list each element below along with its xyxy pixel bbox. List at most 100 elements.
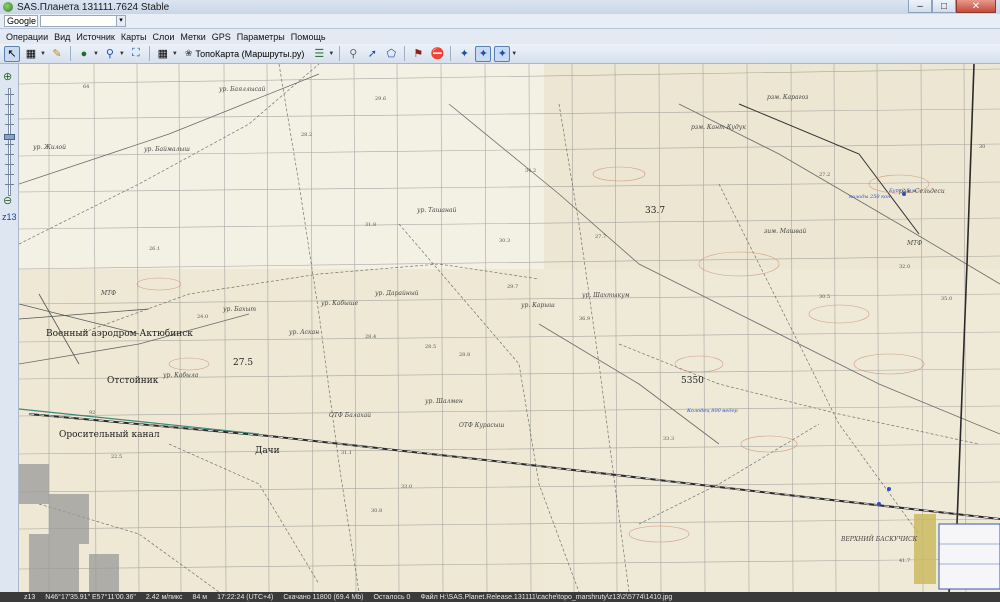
menu-item-maps[interactable]: Карты [121, 32, 147, 42]
status-resolution: 2.42 м/пикс [145, 593, 183, 601]
globe-icon[interactable]: ● [76, 46, 92, 62]
chevron-down-icon[interactable]: ▼ [93, 51, 99, 57]
elevation-mark: 34.2 [525, 168, 537, 174]
elevation-mark: 35.0 [941, 296, 953, 302]
well-label: Колодец 800 ведер [687, 408, 738, 414]
well-label: Бут 2.5 м [889, 188, 916, 194]
menu-item-settings[interactable]: Параметры [237, 32, 285, 42]
zoom-tick [5, 94, 14, 95]
gps-icon[interactable]: ✦ [456, 46, 472, 62]
path-icon[interactable]: ➚ [364, 46, 380, 62]
map-source-button[interactable]: ❀ ТопоКарта (Маршруты.ру) [181, 48, 309, 59]
toolbar-divider [148, 46, 150, 61]
elevation-mark: 30.8 [371, 508, 383, 514]
elevation-mark: 36.9 [579, 316, 591, 322]
place-label: ур. Кабыла [163, 372, 199, 379]
search-engine-select[interactable]: Google ▾ [4, 15, 38, 38]
elevation-mark: 64 [83, 84, 90, 90]
marks-visibility-icon[interactable]: ⚑ [410, 46, 426, 62]
app-icon [3, 2, 13, 12]
layers-icon[interactable]: ☰ [311, 46, 327, 62]
chevron-down-icon[interactable]: ▼ [172, 51, 178, 57]
elevation-mark: 27.7 [595, 234, 607, 240]
menu-item-view[interactable]: Вид [54, 32, 70, 42]
elevation-label: 33.7 [645, 206, 666, 216]
elevation-mark: 33.3 [663, 436, 675, 442]
search-row: Google ▾ ▾ [0, 14, 1000, 38]
gps-track-icon[interactable]: ✦ [475, 45, 492, 62]
place-label: рзм. Кант-Кудук [691, 124, 746, 131]
place-label: ур. Кабыше [321, 300, 359, 307]
chevron-down-icon[interactable]: ▼ [328, 51, 334, 57]
map-view[interactable]: Военный аэродром Актюбинск Отстойник Оро… [19, 64, 1000, 592]
menu-item-layers[interactable]: Слои [152, 32, 174, 42]
chevron-down-icon[interactable]: ▼ [119, 51, 125, 57]
elevation-mark: 31.8 [365, 222, 377, 228]
ruler-icon[interactable]: ✎ [49, 46, 65, 62]
dachi-label: Дачи [255, 446, 280, 456]
polygon-icon[interactable]: ⬠ [383, 46, 399, 62]
title-bar: SAS.Планета 131111.7624 Stable – □ ✕ [0, 0, 1000, 14]
window-title: SAS.Планета 131111.7624 Stable [17, 1, 170, 13]
elevation-mark: 28.4 [365, 334, 377, 340]
zoom-in-icon[interactable]: ⊕ [3, 70, 12, 83]
elevation-mark: 28.2 [301, 132, 313, 138]
status-downloaded: Скачано 11800 (69.4 Mb) [283, 593, 364, 601]
settling-pond-label: Отстойник [107, 376, 159, 386]
settlement-area [914, 514, 936, 584]
chevron-down-icon[interactable]: ▼ [511, 51, 517, 57]
menu-item-gps[interactable]: GPS [212, 32, 231, 42]
status-bar: z13 N46°17'35.91" E57°11'00.36" 2.42 м/п… [0, 592, 1000, 602]
menu-item-marks[interactable]: Метки [180, 32, 205, 42]
status-coordinates: N46°17'35.91" E57°11'00.36" [45, 593, 136, 601]
chevron-down-icon[interactable]: ▾ [116, 16, 125, 26]
place-label: ур. Бахыт [223, 306, 257, 313]
status-scale: 84 м [192, 593, 208, 601]
zoom-tick [5, 114, 14, 115]
menu-bar: Операции Вид Источник Карты Слои Метки G… [0, 29, 1000, 44]
zoom-tick [5, 154, 14, 155]
zoom-tick [5, 164, 14, 165]
pointer-icon[interactable]: ↖ [4, 45, 20, 62]
menu-item-source[interactable]: Источник [76, 32, 114, 42]
minimize-button[interactable]: – [908, 0, 932, 13]
main-toolbar: ↖ ▦ ▼ ✎ ● ▼ ⚲ ▼ ⛶ ▦ ▼ ❀ ТопоКарта (Маршр… [0, 44, 1000, 64]
map-type-icon[interactable]: ▦ [155, 46, 171, 62]
map-canvas [19, 64, 1000, 592]
place-label: ур. Карыш [521, 302, 555, 309]
maximize-button[interactable]: □ [932, 0, 956, 13]
status-remaining: Осталось 0 [373, 593, 411, 601]
placemark-icon[interactable]: ⚲ [345, 46, 361, 62]
elevation-mark: 31.1 [341, 450, 353, 456]
close-button[interactable]: ✕ [956, 0, 996, 13]
chevron-down-icon[interactable]: ▼ [40, 51, 46, 57]
place-label: зим. Машвай [764, 228, 807, 235]
zoom-tick [5, 174, 14, 175]
gps-center-icon[interactable]: ✦ [494, 45, 511, 62]
menu-item-help[interactable]: Помощь [291, 32, 326, 42]
canal-label: Оросительный канал [59, 430, 160, 440]
toolbar-divider [404, 46, 406, 61]
zoom-slider-thumb[interactable] [4, 134, 15, 140]
elevation-mark: 26.1 [149, 246, 161, 252]
place-label: ур. Ташанай [417, 207, 457, 214]
stop-icon[interactable]: ⛔ [429, 46, 445, 62]
search-icon[interactable]: ⚲ [102, 46, 118, 62]
place-label: МТФ [907, 240, 923, 247]
zoom-tick [5, 124, 14, 125]
zoom-out-icon[interactable]: ⊖ [3, 194, 12, 207]
selection-icon[interactable]: ▦ [23, 46, 39, 62]
elevation-mark: 29.7 [507, 284, 519, 290]
airfield-label: Военный аэродром Актюбинск [46, 329, 193, 339]
place-label: ур. Баяллысай [219, 86, 266, 93]
toolbar-divider [339, 46, 341, 61]
menu-item-operations[interactable]: Операции [6, 32, 48, 42]
elevation-mark: 28.8 [459, 352, 471, 358]
search-input[interactable]: ▾ [40, 15, 126, 27]
elevation-mark: 30.5 [819, 294, 831, 300]
elevation-mark: 30.3 [499, 238, 511, 244]
fullscreen-icon[interactable]: ⛶ [128, 46, 144, 62]
well-label: колоды 250 кон [849, 194, 891, 200]
zoom-level-label: z13 [2, 212, 17, 222]
inset-map [938, 523, 1000, 590]
